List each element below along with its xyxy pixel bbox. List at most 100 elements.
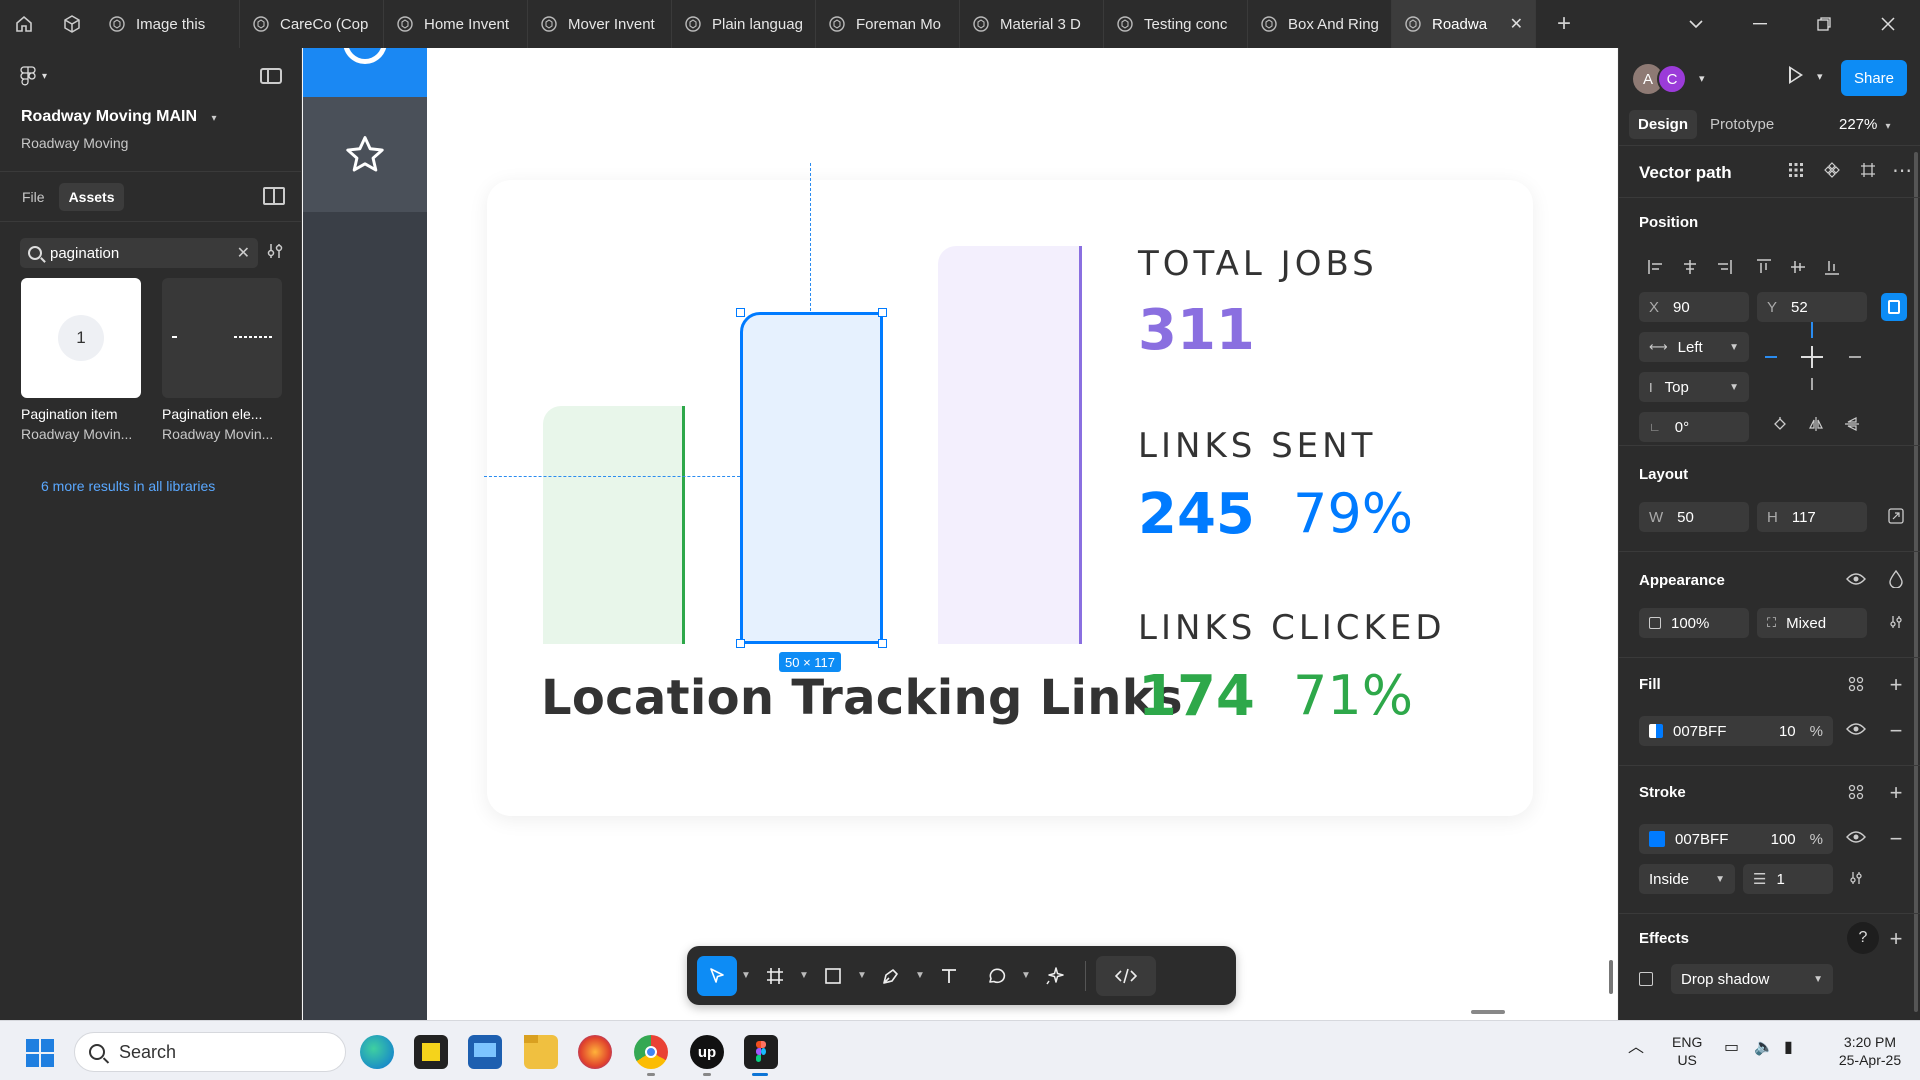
restore-button[interactable] xyxy=(1792,0,1856,48)
pen-tool-button[interactable] xyxy=(871,956,911,996)
vertical-constraint-select[interactable]: I Top ▼ xyxy=(1639,372,1749,402)
resize-handle-top-left[interactable] xyxy=(736,308,745,317)
resize-handle-bottom-left[interactable] xyxy=(736,639,745,648)
align-middle-v-icon[interactable] xyxy=(1781,252,1815,282)
stroke-position-select[interactable]: Inside ▼ xyxy=(1639,864,1735,894)
stroke-weight-field[interactable]: ☰ 1 xyxy=(1743,864,1833,894)
style-grid-icon[interactable] xyxy=(1845,784,1867,805)
corner-radius-field[interactable]: ⛶ Mixed xyxy=(1757,608,1867,638)
chevron-down-icon[interactable]: ▼ xyxy=(737,970,755,981)
avatar[interactable]: C xyxy=(1657,64,1687,94)
network-icon[interactable]: ▭ xyxy=(1724,1039,1739,1057)
zoom-level[interactable]: 227% ▾ xyxy=(1839,116,1891,133)
file-tab[interactable]: Plain languag xyxy=(672,0,816,48)
chart-title[interactable]: Location Tracking Links xyxy=(541,670,1183,726)
constraints-widget[interactable] xyxy=(1757,310,1867,406)
rotate-icon[interactable] xyxy=(1769,416,1791,437)
flip-horizontal-icon[interactable] xyxy=(1805,416,1827,437)
tab-prototype[interactable]: Prototype xyxy=(1701,110,1783,139)
asset-card-pagination-item[interactable]: 1 Pagination item Roadway Movin... xyxy=(21,278,141,442)
align-top-icon[interactable] xyxy=(1747,252,1781,282)
file-tab[interactable]: CareCo (Cop xyxy=(240,0,384,48)
rectangle-tool-button[interactable] xyxy=(813,956,853,996)
battery-icon[interactable]: ▮ xyxy=(1784,1039,1793,1057)
effect-type-select[interactable]: Drop shadow ▼ xyxy=(1671,964,1833,994)
total-jobs-value[interactable]: 311 xyxy=(1138,298,1255,363)
show-hidden-icons-chevron[interactable]: ︿ xyxy=(1628,1039,1644,1057)
close-tab-icon[interactable]: ✕ xyxy=(1510,14,1523,34)
clear-search-icon[interactable]: ✕ xyxy=(237,243,250,263)
total-jobs-label[interactable]: TOTAL JOBS xyxy=(1138,244,1378,284)
grid-dots-icon[interactable] xyxy=(1785,162,1807,183)
minimize-button[interactable] xyxy=(1728,0,1792,48)
chart-bar-total-jobs[interactable] xyxy=(938,246,1082,644)
main-menu-button[interactable]: ▾ xyxy=(20,66,47,86)
share-button[interactable]: Share xyxy=(1841,60,1907,96)
home-icon[interactable] xyxy=(0,0,48,48)
file-tab[interactable]: Material 3 D xyxy=(960,0,1104,48)
asset-search-input[interactable] xyxy=(50,244,220,262)
component-icon[interactable] xyxy=(1821,162,1843,183)
close-window-button[interactable] xyxy=(1856,0,1920,48)
links-sent-label[interactable]: LINKS SENT xyxy=(1138,426,1376,466)
rotation-field[interactable]: ∟ 0° xyxy=(1639,412,1749,442)
tab-file[interactable]: File xyxy=(12,183,55,211)
horizontal-constraint-select[interactable]: ⟷ Left ▼ xyxy=(1639,332,1749,362)
opacity-field[interactable]: 100% xyxy=(1639,608,1749,638)
file-title[interactable]: Roadway Moving MAIN ▾ xyxy=(21,108,217,126)
text-tool-button[interactable] xyxy=(929,956,969,996)
design-canvas[interactable]: 50 × 117 Location Tracking Links TOTAL J… xyxy=(303,48,1617,1020)
fill-color-field[interactable]: 007BFF 10 % xyxy=(1639,716,1833,746)
tab-assets[interactable]: Assets xyxy=(58,182,125,211)
blend-mode-icon[interactable] xyxy=(1885,569,1907,593)
upwork-icon[interactable]: up xyxy=(690,1035,724,1069)
file-tab[interactable]: Foreman Mo xyxy=(816,0,960,48)
filter-settings-icon[interactable] xyxy=(266,242,284,265)
help-button[interactable]: ? xyxy=(1847,922,1879,954)
more-results-link[interactable]: 6 more results in all libraries xyxy=(41,478,215,494)
file-tab[interactable]: Image this xyxy=(96,0,240,48)
constraints-toggle-button[interactable] xyxy=(1881,293,1907,321)
chevron-down-icon[interactable]: ▼ xyxy=(795,970,813,981)
links-sent-value[interactable]: 245 xyxy=(1138,482,1255,547)
flip-vertical-icon[interactable] xyxy=(1841,416,1863,437)
canvas-horizontal-scrollbar[interactable] xyxy=(1471,1010,1505,1014)
file-tab[interactable]: Mover Invent xyxy=(528,0,672,48)
links-clicked-percent[interactable]: 71% xyxy=(1293,664,1413,727)
resize-handle-bottom-right[interactable] xyxy=(878,639,887,648)
eye-icon[interactable] xyxy=(1845,830,1867,849)
file-explorer-icon[interactable] xyxy=(524,1035,558,1069)
resize-to-fit-icon[interactable] xyxy=(1885,508,1907,529)
community-icon[interactable] xyxy=(48,0,96,48)
actions-ai-button[interactable] xyxy=(1035,956,1075,996)
nav-favorites-item[interactable] xyxy=(303,97,427,212)
library-book-icon[interactable] xyxy=(263,187,285,205)
new-tab-button[interactable]: + xyxy=(1536,0,1592,48)
eye-icon[interactable] xyxy=(1845,572,1867,591)
edge-browser-icon[interactable] xyxy=(360,1035,394,1069)
add-stroke-icon[interactable]: + xyxy=(1885,780,1907,806)
chevron-down-icon[interactable]: ▼ xyxy=(853,970,871,981)
asset-card-pagination-element[interactable]: Pagination ele... Roadway Movin... xyxy=(162,278,282,442)
frame-selection-icon[interactable] xyxy=(1857,162,1879,183)
comment-tool-button[interactable] xyxy=(977,956,1017,996)
figma-app-icon[interactable] xyxy=(744,1035,778,1069)
taskbar-search[interactable]: Search xyxy=(74,1032,346,1072)
links-clicked-value[interactable]: 174 xyxy=(1138,664,1255,729)
sticky-notes-icon[interactable] xyxy=(414,1035,448,1069)
file-tab[interactable]: Testing conc xyxy=(1104,0,1248,48)
chevron-down-icon[interactable]: ▼ xyxy=(1017,970,1035,981)
style-grid-icon[interactable] xyxy=(1845,676,1867,697)
align-center-h-icon[interactable] xyxy=(1673,252,1707,282)
remove-stroke-icon[interactable]: − xyxy=(1885,826,1907,852)
add-effect-icon[interactable]: + xyxy=(1885,926,1907,952)
present-play-icon[interactable] xyxy=(1789,66,1803,84)
file-tab[interactable]: Roadwa ✕ xyxy=(1392,0,1536,48)
chart-bar-links-clicked[interactable] xyxy=(543,406,685,644)
frame-tool-button[interactable] xyxy=(755,956,795,996)
dev-mode-button[interactable] xyxy=(1096,955,1156,996)
x-position-field[interactable]: X 90 xyxy=(1639,292,1749,322)
remove-fill-icon[interactable]: − xyxy=(1885,718,1907,744)
effect-checkbox[interactable] xyxy=(1639,972,1653,986)
canvas-vertical-scrollbar[interactable] xyxy=(1609,960,1613,994)
